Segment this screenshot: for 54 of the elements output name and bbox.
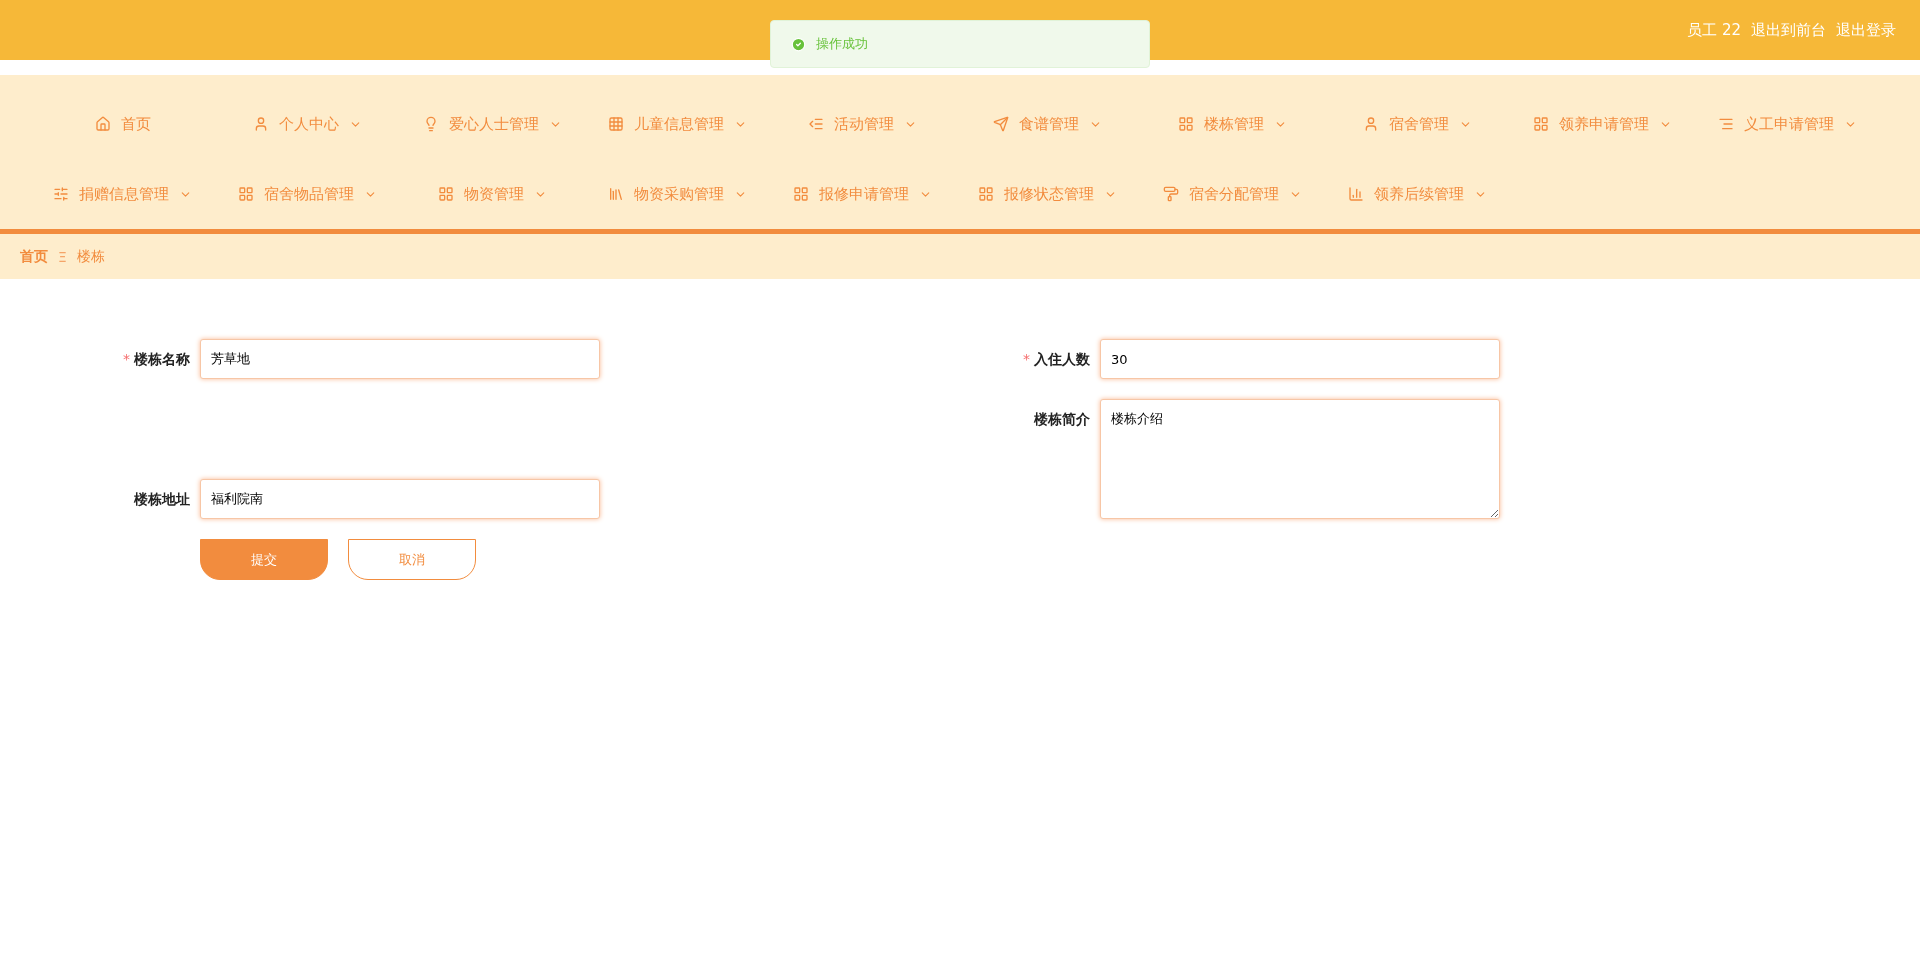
nav-item[interactable]: 首页 [30,89,215,159]
header-link[interactable]: 退出到前台 [1751,20,1826,40]
grid-icon [238,186,254,202]
user-name: 员工 22 [1687,20,1741,40]
grid-icon [1533,116,1549,132]
nav-item[interactable]: 楼栋管理 [1140,89,1325,159]
grid-icon [978,186,994,202]
paint-roller-icon [1163,186,1179,202]
cancel-button[interactable]: 取消 [348,539,476,580]
toast-message: 操作成功 [816,35,868,53]
check-icon [791,36,806,52]
input-field[interactable]: 芳草地 [200,339,600,379]
nav-item[interactable]: 食谱管理 [955,89,1140,159]
submit-button[interactable]: 提交 [200,539,328,580]
nav-item[interactable]: 宿舍物品管理 [215,159,400,229]
nav-item[interactable]: 义工申请管理 [1695,89,1880,159]
breadcrumb-separator: Ξ [58,248,67,265]
input-field[interactable]: 30 [1100,339,1500,379]
person-icon [253,116,269,132]
nav-item[interactable]: 爱心人士管理 [400,89,585,159]
nav-item[interactable]: 领养申请管理 [1510,89,1695,159]
grid-icon [793,186,809,202]
lines-icon [1718,116,1734,132]
nav-item[interactable]: 报修状态管理 [955,159,1140,229]
nav-item[interactable]: 儿童信息管理 [585,89,770,159]
breadcrumb-link[interactable]: 首页 [20,247,48,266]
nav-item[interactable]: 个人中心 [215,89,400,159]
nav-item[interactable]: 宿舍管理 [1325,89,1510,159]
paper-plane-icon [993,116,1009,132]
text-area[interactable]: 楼栋介绍 [1100,399,1500,519]
nav-item[interactable]: 宿舍分配管理 [1140,159,1325,229]
nav-item[interactable]: 活动管理 [770,89,955,159]
person-icon [1363,116,1379,132]
sliders-icon [53,186,69,202]
header-link[interactable]: 退出登录 [1836,20,1896,40]
grid-icon [608,116,624,132]
nav-item[interactable]: 物资采购管理 [585,159,770,229]
field-label: * 楼栋名称 [122,350,190,369]
input-field[interactable]: 福利院南 [200,479,600,519]
breadcrumb-link[interactable]: 楼栋 [76,247,105,266]
home-icon [94,116,111,132]
field-label: * 入住人数 [1022,350,1090,369]
lightbulb-icon [423,116,439,132]
books-icon [608,186,624,202]
nav-item[interactable]: 报修申请管理 [770,159,955,229]
grid-icon [438,186,454,202]
field-label: 楼栋简介 [1033,410,1090,429]
field-label: 楼栋地址 [133,490,190,509]
list-icon [808,116,824,132]
nav-item[interactable]: 领养后续管理 [1325,159,1510,229]
grid-icon [1178,116,1194,132]
nav-item[interactable]: 物资管理 [400,159,585,229]
bar-chart-icon [1348,186,1364,202]
nav-item[interactable]: 捐赠信息管理 [30,159,215,229]
